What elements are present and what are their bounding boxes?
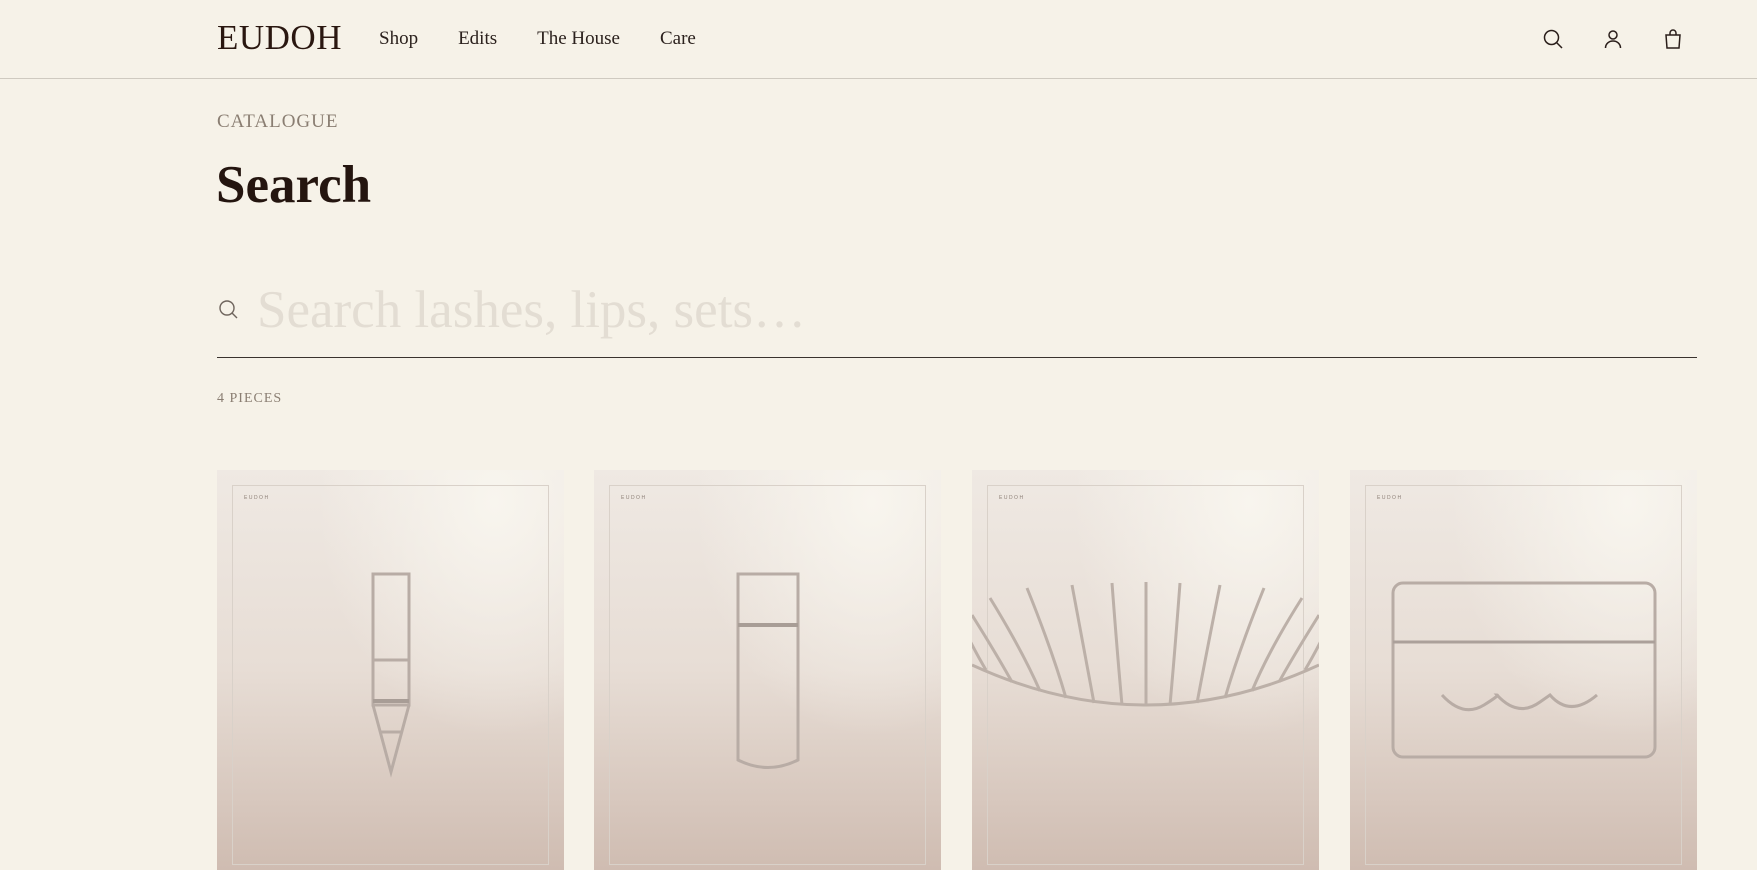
lash-strip-illustration [972,582,1319,707]
nav-shop[interactable]: Shop [379,27,418,51]
product-card[interactable]: EUDOH [972,470,1319,870]
tube-illustration [736,572,800,769]
search-field-icon [219,300,238,319]
product-card[interactable]: EUDOH [594,470,941,870]
pencil-illustration [371,572,411,778]
search-input[interactable] [257,270,1677,350]
bag-icon[interactable] [1661,27,1685,51]
product-card[interactable]: EUDOH [1350,470,1697,870]
page-eyebrow: CATALOGUE [217,111,339,132]
header-actions [1541,27,1721,51]
lash-case-illustration [1391,581,1657,759]
search-bar [217,270,1697,358]
main-nav: Shop Edits The House Care [379,27,736,51]
brand-logo[interactable]: EUDOH [217,18,342,58]
nav-edits[interactable]: Edits [458,27,497,51]
product-card[interactable]: EUDOH [217,470,564,870]
product-grid: EUDOH EUDOH EUDOH EUDOH [217,470,1697,870]
nav-care[interactable]: Care [660,27,696,51]
page-title: Search [216,156,372,214]
account-icon[interactable] [1601,27,1625,51]
site-header: EUDOH Shop Edits The House Care [0,0,1757,79]
result-count: 4 PIECES [217,391,283,406]
nav-the-house[interactable]: The House [537,27,620,51]
search-icon[interactable] [1541,27,1565,51]
